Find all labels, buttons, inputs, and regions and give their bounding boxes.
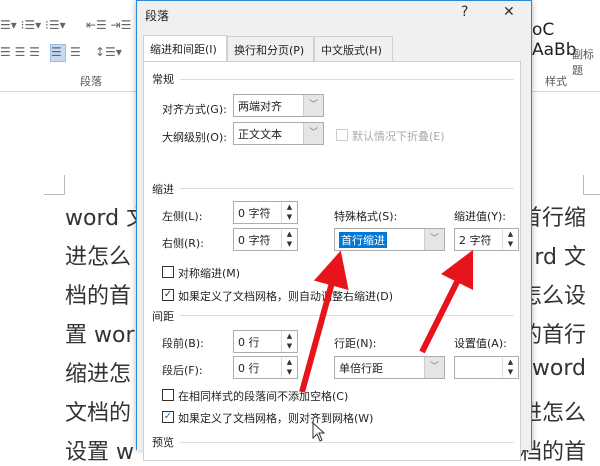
mouse-cursor-icon [312,421,326,442]
annotation-arrows [299,249,474,442]
red-arrow-indent-by [419,249,474,354]
red-arrow-special [299,250,349,393]
